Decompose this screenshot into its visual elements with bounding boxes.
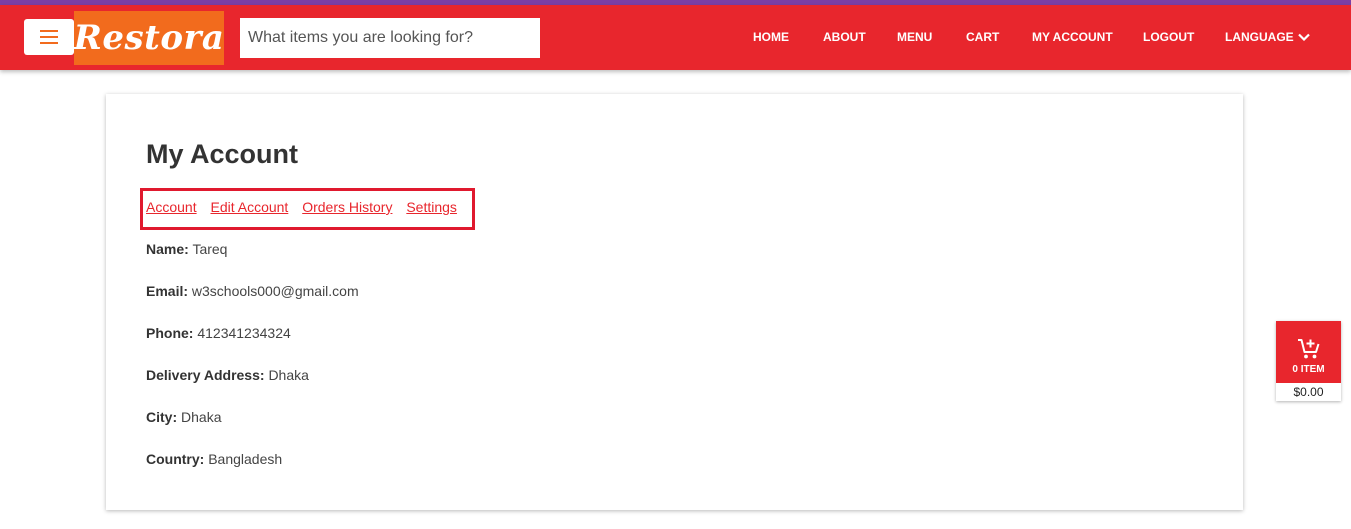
floating-cart-widget[interactable]: 0 ITEM $0.00 — [1276, 321, 1341, 401]
nav-cart[interactable]: CART — [966, 30, 999, 44]
search-input[interactable] — [240, 18, 540, 58]
nav-language-dropdown[interactable]: LANGUAGE — [1225, 30, 1310, 44]
cart-total: $0.00 — [1276, 383, 1341, 401]
page-title: My Account — [146, 139, 299, 169]
profile-country-label: Country: — [146, 451, 205, 467]
tab-edit-account[interactable]: Edit Account — [210, 199, 288, 215]
profile-email-label: Email: — [146, 283, 189, 299]
profile-name-label: Name: — [146, 241, 189, 257]
profile-city-row: City: Dhaka — [146, 409, 221, 425]
tab-orders-history[interactable]: Orders History — [302, 199, 392, 215]
menu-toggle-button[interactable] — [24, 19, 74, 55]
profile-address-label: Delivery Address: — [146, 367, 265, 383]
cart-add-icon — [1297, 339, 1319, 359]
profile-city-value: Dhaka — [181, 409, 222, 425]
tab-account[interactable]: Account — [146, 199, 197, 215]
profile-phone-label: Phone: — [146, 325, 194, 341]
account-tabs: Account Edit Account Orders History Sett… — [146, 199, 467, 215]
cart-item-count: 0 ITEM — [1292, 364, 1325, 375]
brand-logo-text: Restora — [73, 18, 225, 58]
nav-my-account[interactable]: MY ACCOUNT — [1032, 30, 1113, 44]
nav-menu[interactable]: MENU — [897, 30, 932, 44]
nav-logout[interactable]: LOGOUT — [1143, 30, 1194, 44]
brand-logo[interactable]: Restora — [74, 11, 224, 65]
profile-phone-row: Phone: 412341234324 — [146, 325, 291, 341]
profile-email-row: Email: w3schools000@gmail.com — [146, 283, 359, 299]
profile-city-label: City: — [146, 409, 178, 425]
profile-phone-value: 412341234324 — [197, 325, 291, 341]
profile-country-row: Country: Bangladesh — [146, 451, 282, 467]
top-navbar: Restora HOME ABOUT MENU CART MY ACCOUNT … — [0, 5, 1351, 70]
profile-address-row: Delivery Address: Dhaka — [146, 367, 309, 383]
profile-name-row: Name: Tareq — [146, 241, 227, 257]
profile-address-value: Dhaka — [268, 367, 309, 383]
nav-language-label: LANGUAGE — [1225, 30, 1294, 44]
chevron-down-icon — [1297, 33, 1310, 41]
cart-widget-top: 0 ITEM — [1276, 321, 1341, 383]
tab-settings[interactable]: Settings — [406, 199, 457, 215]
profile-name-value: Tareq — [192, 241, 228, 257]
nav-home[interactable]: HOME — [753, 30, 789, 44]
profile-email-value: w3schools000@gmail.com — [191, 283, 359, 299]
hamburger-icon — [40, 30, 58, 44]
nav-about[interactable]: ABOUT — [823, 30, 866, 44]
profile-country-value: Bangladesh — [208, 451, 283, 467]
